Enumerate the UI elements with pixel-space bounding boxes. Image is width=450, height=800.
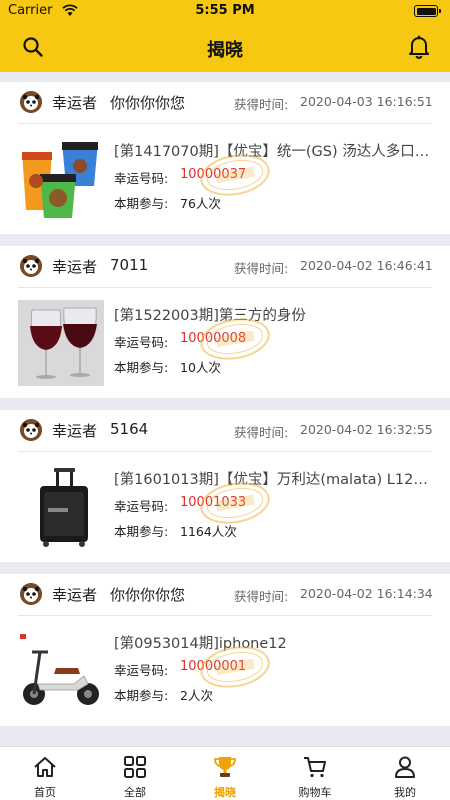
winning-stamp-icon [200, 154, 270, 196]
home-icon [34, 757, 56, 777]
winner-record-card[interactable]: 幸运者 7011 获得时间: 2020-04-02 16:46:41 [第152… [0, 246, 450, 398]
user-icon [395, 756, 415, 778]
panda-avatar-icon [20, 91, 42, 113]
card-header: 幸运者 你你你你您 获得时间: 2020-04-02 16:14:34 [0, 574, 450, 614]
noodle-cups-image[interactable] [18, 136, 104, 222]
card-divider [18, 615, 432, 616]
product-title[interactable]: [第0953014期]iphone12 [114, 632, 432, 653]
trolley-speaker-image[interactable] [18, 464, 104, 550]
electric-scooter-image[interactable] [18, 628, 104, 714]
participation-label: 本期参与: [114, 688, 169, 703]
lucky-number-label: 幸运号码: [114, 335, 169, 350]
tab-all[interactable]: 全部 [90, 747, 180, 800]
participation-label: 本期参与: [114, 196, 169, 211]
participation-label: 本期参与: [114, 524, 169, 539]
tab-cart[interactable]: 购物车 [270, 747, 360, 800]
winner-label: 幸运者 [52, 94, 98, 112]
winner-record-card[interactable]: 幸运者 你你你你您 获得时间: 2020-04-02 16:14:34 [第09… [0, 574, 450, 726]
panda-avatar-icon [20, 583, 42, 605]
win-time-label: 获得时间: [234, 97, 289, 112]
win-time-value: 2020-04-02 16:46:41 [300, 258, 433, 273]
win-time-value: 2020-04-02 16:32:55 [300, 422, 433, 437]
card-divider [18, 287, 432, 288]
clock-label: 5:55 PM [195, 3, 255, 18]
winner-label: 幸运者 [52, 586, 98, 604]
winner-name: 5164 [110, 420, 149, 438]
win-time-label: 获得时间: [234, 589, 289, 604]
card-divider [18, 123, 432, 124]
tab-label: 揭晓 [214, 786, 236, 799]
tab-label: 首页 [34, 786, 56, 799]
tab-label: 全部 [124, 786, 146, 799]
win-time-value: 2020-04-03 16:16:51 [300, 94, 433, 109]
card-header: 幸运者 5164 获得时间: 2020-04-02 16:32:55 [0, 410, 450, 450]
winning-stamp-icon [200, 482, 270, 524]
win-time-label: 获得时间: [234, 425, 289, 440]
product-title[interactable]: [第1522003期]第三方的身份 [114, 304, 432, 325]
bottom-tab-bar: 首页 全部 揭晓 购物车 我的 [0, 746, 450, 800]
card-header: 幸运者 你你你你您 获得时间: 2020-04-03 16:16:51 [0, 82, 450, 122]
winner-name: 你你你你您 [110, 94, 186, 112]
win-time-value: 2020-04-02 16:14:34 [300, 586, 433, 601]
participation-label: 本期参与: [114, 360, 169, 375]
status-bar: Carrier 5:55 PM [0, 0, 450, 22]
tab-results[interactable]: 揭晓 [180, 747, 270, 800]
tab-home[interactable]: 首页 [0, 747, 90, 800]
lucky-number-label: 幸运号码: [114, 499, 169, 514]
grid-icon [124, 756, 146, 778]
panda-avatar-icon [20, 255, 42, 277]
cart-icon [304, 757, 326, 778]
app-header: Carrier 5:55 PM 揭晓 [0, 0, 450, 72]
winner-record-card[interactable]: 幸运者 你你你你您 获得时间: 2020-04-03 16:16:51 [第14… [0, 82, 450, 234]
winning-stamp-icon [200, 646, 270, 688]
tab-mine[interactable]: 我的 [360, 747, 450, 800]
product-title[interactable]: [第1417070期]【优宝】统一(GS) 汤达人多口味... [114, 140, 432, 161]
product-title[interactable]: [第1601013期]【优宝】万利达(malata) L12音箱 [114, 468, 432, 489]
win-time-label: 获得时间: [234, 261, 289, 276]
winner-name: 7011 [110, 256, 149, 274]
wine-glasses-image[interactable] [18, 300, 104, 386]
bell-icon[interactable] [408, 35, 430, 59]
winning-stamp-icon [200, 318, 270, 360]
panda-avatar-icon [20, 419, 42, 441]
winner-record-card[interactable]: 幸运者 5164 获得时间: 2020-04-02 16:32:55 [第160… [0, 410, 450, 562]
trophy-icon [214, 757, 236, 777]
battery-icon [414, 5, 441, 17]
winner-label: 幸运者 [52, 422, 98, 440]
lucky-number-label: 幸运号码: [114, 171, 169, 186]
tab-label: 我的 [394, 786, 416, 799]
winner-label: 幸运者 [52, 258, 98, 276]
card-header: 幸运者 7011 获得时间: 2020-04-02 16:46:41 [0, 246, 450, 286]
winner-name: 你你你你您 [110, 586, 186, 604]
lucky-number-label: 幸运号码: [114, 663, 169, 678]
page-title: 揭晓 [207, 40, 243, 61]
card-divider [18, 451, 432, 452]
tab-label: 购物车 [298, 786, 332, 799]
